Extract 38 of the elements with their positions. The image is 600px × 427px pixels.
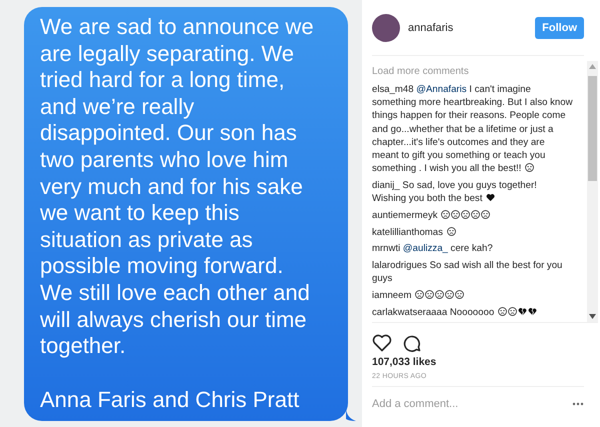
- sad-face-icon: [425, 290, 434, 299]
- bubble-tail: [346, 409, 356, 421]
- message-signature: Anna Faris and Chris Pratt: [40, 387, 300, 413]
- sad-face-icon: [446, 226, 456, 236]
- message-text: We are sad to announce we are legally separating. We tried hard for a long time, and we’re really disappointed. Our son has two parents who love him very much and for his sake we want to keep this situation as private as possible moving forward. We still love each other and will always cherish our time together.: [40, 14, 315, 360]
- sad-face-icon: [445, 290, 454, 299]
- broken-heart-icon: [528, 306, 537, 316]
- avatar[interactable]: [372, 14, 400, 42]
- sad-face-icon: [441, 210, 450, 219]
- comment: mrnwti @aulizza_ cere kah?: [372, 242, 494, 256]
- mention-link[interactable]: @Annafaris: [416, 84, 467, 95]
- likes-count: 107,033 likes: [372, 356, 438, 368]
- sad-face-icon: [524, 163, 534, 172]
- sad-face-icon: [508, 306, 517, 316]
- mention-link[interactable]: @aulizza_: [402, 243, 448, 254]
- heart-icon: [486, 193, 496, 202]
- comment: katelillianthomas: [372, 226, 573, 239]
- sad-face-icon: [435, 290, 444, 299]
- sad-face-icon: [498, 306, 507, 316]
- sad-face-icon: [415, 290, 424, 299]
- scrollbar[interactable]: [587, 61, 598, 322]
- comment-field[interactable]: Add a comment...: [372, 398, 572, 410]
- sad-face-icon: [461, 210, 470, 219]
- sad-face-icon: [451, 210, 460, 219]
- comment: iamneem: [372, 288, 573, 302]
- comment: auntiemermeyk: [372, 208, 573, 222]
- broken-heart-icon: [518, 306, 527, 316]
- comment-icon[interactable]: [402, 334, 421, 352]
- heart-icon[interactable]: [372, 334, 392, 352]
- sad-face-icon: [471, 210, 480, 219]
- scrollbar-thumb[interactable]: [588, 76, 597, 181]
- sad-face-icon: [455, 290, 464, 299]
- username[interactable]: annafaris: [408, 22, 528, 34]
- scroll-down-icon[interactable]: [589, 314, 596, 319]
- more-options-icon[interactable]: [572, 402, 584, 406]
- comment: carlakwatseraaaa Nooooooo: [372, 306, 573, 319]
- sad-face-icon: [481, 210, 490, 219]
- comment: elsa_m48 @Annafaris I can't imagine something more heartbreaking. But I also know things happen for their reasons. People come and go...whether that be a lifetime or just a chapter...it's life's outcomes and they are meant to gift you something or teach you something . I wish you all the best!!: [372, 83, 573, 176]
